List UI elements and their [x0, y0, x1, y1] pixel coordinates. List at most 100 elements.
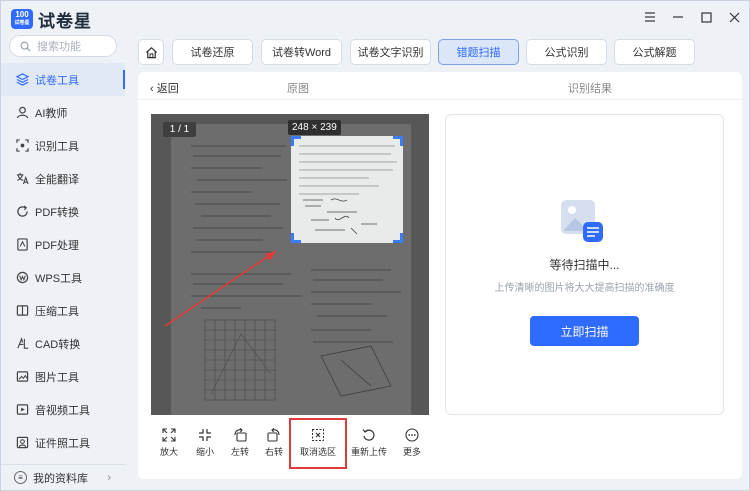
tab-exam-text-ocr[interactable]: 试卷文字识别 — [350, 39, 431, 65]
close-icon[interactable] — [727, 10, 741, 24]
logo-badge: 100 试卷星 — [11, 9, 33, 29]
minimize-icon[interactable] — [671, 10, 685, 24]
maximize-icon[interactable] — [699, 10, 713, 24]
scan-now-button[interactable]: 立即扫描 — [530, 316, 639, 346]
chevron-left-icon: ‹ — [150, 83, 157, 95]
video-icon — [16, 403, 29, 416]
tab-wrong-question-scan[interactable]: 错题扫描 — [438, 39, 519, 65]
translate-icon — [16, 172, 29, 185]
teacher-icon — [16, 106, 29, 119]
original-image-viewer[interactable]: 1 / 1 248 × 239 — [151, 114, 429, 415]
tool-label: 左转 — [230, 447, 249, 457]
chevron-right-icon: › — [107, 471, 111, 484]
sidebar-item-image[interactable]: 图片工具 — [1, 360, 125, 393]
convert-icon — [16, 205, 29, 218]
sidebar-item-ai-teacher[interactable]: AI教师 — [1, 96, 125, 129]
app-logo: 100 试卷星 试卷星 — [11, 8, 92, 31]
sidebar-item-id-photo[interactable]: 证件照工具 — [1, 426, 125, 459]
search-input[interactable]: 搜索功能 — [9, 35, 117, 57]
search-icon — [20, 41, 31, 52]
sidebar-item-label: WPS工具 — [35, 272, 83, 285]
main-panel: ‹ 返回 原图 识别结果 1 / 1 248 × 239 等待扫描中... 上传… — [138, 72, 742, 479]
tab-label: 错题扫描 — [456, 47, 501, 59]
result-label: 识别结果 — [568, 83, 612, 95]
wps-icon — [16, 271, 29, 284]
id-photo-icon — [16, 436, 29, 449]
home-icon — [145, 46, 157, 58]
sidebar-item-compress[interactable]: 压缩工具 — [1, 294, 125, 327]
tool-label: 更多 — [402, 447, 421, 457]
tab-formula-solve[interactable]: 公式解题 — [614, 39, 695, 65]
sidebar-item-label: PDF转换 — [35, 206, 79, 219]
original-image-label: 原图 — [287, 83, 309, 95]
sidebar-item-label: 音视频工具 — [35, 404, 90, 417]
waiting-scan-illustration — [561, 200, 603, 242]
sidebar-item-label: PDF处理 — [35, 239, 79, 252]
window-controls — [643, 10, 741, 24]
tab-label: 公式识别 — [544, 47, 589, 59]
library-label: 我的资料库 — [33, 472, 88, 485]
back-button[interactable]: ‹ 返回 — [150, 80, 179, 96]
home-button[interactable] — [138, 39, 164, 65]
rotate-right-icon — [267, 428, 280, 442]
rotate-right-button[interactable]: 右转 — [256, 428, 292, 458]
logo-badge-bottom: 试卷星 — [14, 20, 30, 26]
tab-label: 试卷转Word — [271, 47, 332, 59]
back-label: 返回 — [156, 83, 179, 95]
sidebar: 100 试卷星 试卷星 搜索功能 试卷工具 AI教师 识别工具 全能翻译 PDF… — [1, 1, 125, 490]
tab-label: 试卷文字识别 — [357, 47, 424, 59]
sidebar-item-pdf-process[interactable]: PDF处理 — [1, 228, 125, 261]
tab-label: 试卷还原 — [190, 47, 235, 59]
tab-label: 公式解题 — [632, 47, 677, 59]
sidebar-item-label: 压缩工具 — [35, 305, 79, 318]
rotate-left-button[interactable]: 左转 — [222, 428, 258, 458]
sidebar-item-translate[interactable]: 全能翻译 — [1, 162, 125, 195]
compress-icon — [16, 304, 29, 317]
upload-hint: 上传清晰的图片将大大提高扫描的准确度 — [494, 283, 675, 294]
app-title: 试卷星 — [38, 11, 92, 31]
red-arrow-annotation — [164, 250, 277, 327]
tool-label: 放大 — [159, 447, 178, 457]
sidebar-item-recognition[interactable]: 识别工具 — [1, 129, 125, 162]
waiting-status: 等待扫描中... — [549, 258, 620, 272]
scan-icon — [16, 139, 29, 152]
zoom-out-button[interactable]: 缩小 — [187, 428, 223, 458]
zoom-in-icon — [162, 428, 176, 442]
image-icon — [16, 370, 29, 383]
sidebar-item-wps[interactable]: WPS工具 — [1, 261, 125, 294]
sidebar-item-label: 证件照工具 — [35, 437, 90, 450]
sidebar-nav: 试卷工具 AI教师 识别工具 全能翻译 PDF转换 PDF处理 WPS工具 压缩… — [1, 63, 125, 459]
reupload-icon — [362, 429, 375, 441]
tool-label: 右转 — [264, 447, 283, 457]
sidebar-item-cad[interactable]: CAD转换 — [1, 327, 125, 360]
more-button[interactable]: 更多 — [394, 428, 430, 458]
rotate-left-icon — [234, 428, 247, 442]
layers-icon — [16, 73, 29, 86]
cancel-selection-highlight — [289, 418, 347, 469]
search-placeholder: 搜索功能 — [37, 41, 81, 53]
tab-exam-restore[interactable]: 试卷还原 — [172, 39, 253, 65]
sidebar-item-label: 试卷工具 — [35, 74, 79, 87]
sidebar-item-label: 全能翻译 — [35, 173, 79, 186]
sidebar-item-label: 图片工具 — [35, 371, 79, 384]
sidebar-item-exam-tools[interactable]: 试卷工具 — [1, 63, 125, 96]
sidebar-item-label: 识别工具 — [35, 140, 79, 153]
my-library-button[interactable]: ≡ 我的资料库 › — [1, 464, 125, 490]
tool-label: 缩小 — [195, 447, 214, 457]
app-window: 100 试卷星 试卷星 搜索功能 试卷工具 AI教师 识别工具 全能翻译 PDF… — [0, 0, 750, 491]
menu-icon[interactable] — [643, 10, 657, 24]
reupload-button[interactable]: 重新上传 — [351, 428, 387, 458]
sidebar-item-label: CAD转换 — [35, 338, 81, 351]
tab-exam-to-word[interactable]: 试卷转Word — [261, 39, 342, 65]
sidebar-item-av[interactable]: 音视频工具 — [1, 393, 125, 426]
logo-badge-top: 100 — [15, 10, 29, 19]
tab-formula-ocr[interactable]: 公式识别 — [526, 39, 607, 65]
cad-icon — [16, 337, 29, 350]
tool-label: 重新上传 — [351, 447, 388, 457]
sidebar-item-label: AI教师 — [35, 107, 68, 120]
library-icon: ≡ — [14, 471, 27, 484]
panel-header: ‹ 返回 原图 识别结果 — [138, 72, 742, 100]
sidebar-item-pdf-convert[interactable]: PDF转换 — [1, 195, 125, 228]
zoom-out-icon — [199, 429, 211, 441]
zoom-in-button[interactable]: 放大 — [151, 428, 187, 458]
